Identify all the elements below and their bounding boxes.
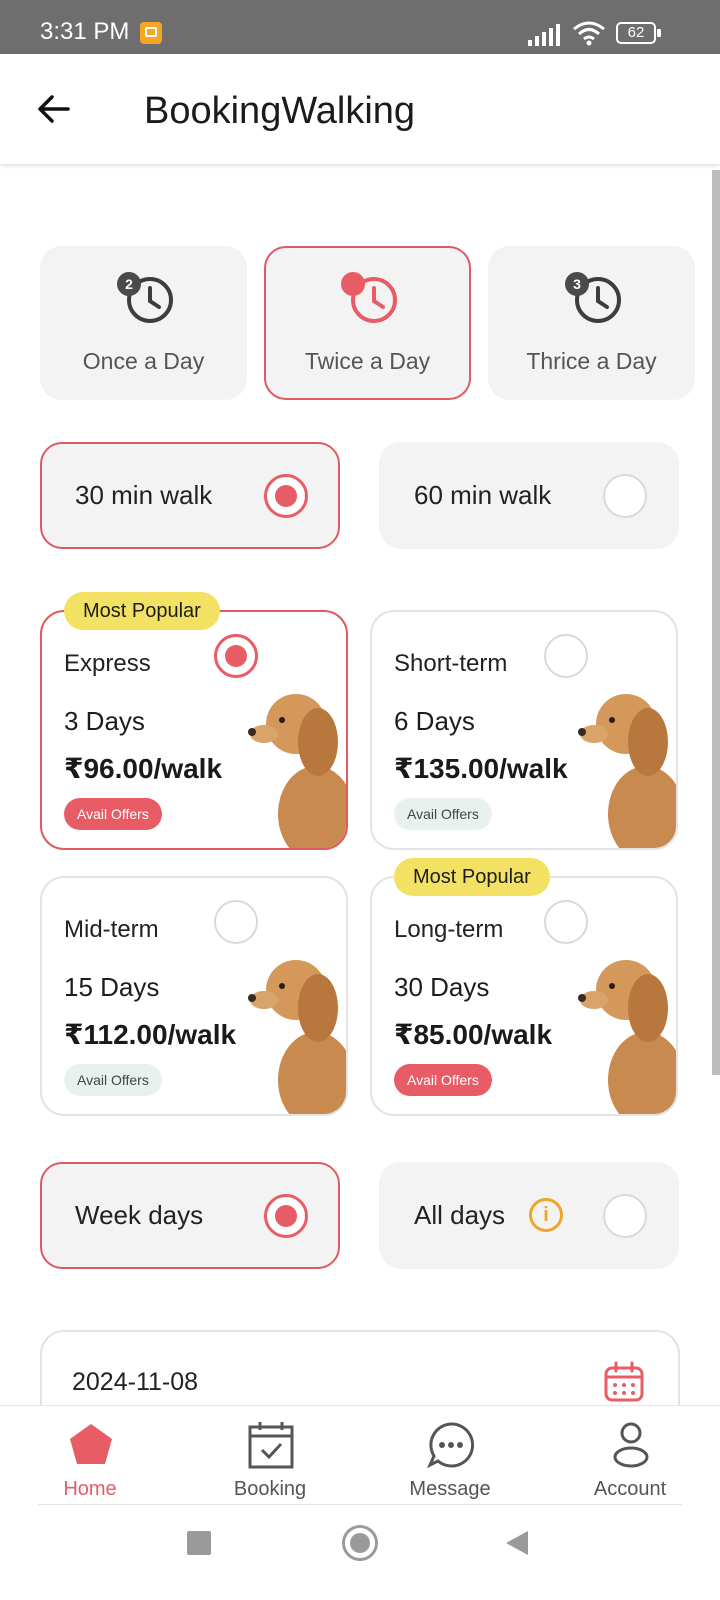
walk-30-min-option[interactable]: 30 min walk — [40, 442, 340, 549]
battery-tip — [657, 29, 661, 37]
plan-price: ₹85.00/walk — [394, 1019, 553, 1050]
plan-radio[interactable] — [214, 900, 258, 944]
nav-label: Booking — [233, 1478, 307, 1500]
booking-icon — [248, 1422, 294, 1469]
scrollbar[interactable] — [712, 170, 720, 1075]
day-option-label: Week days — [75, 1200, 204, 1230]
walk-60-min-option[interactable]: 60 min walk — [379, 442, 679, 549]
plan-name: Express — [64, 650, 151, 677]
dog-image — [578, 694, 676, 848]
nav-label: Account — [593, 1478, 667, 1500]
frequency-label: Thrice a Day — [526, 348, 657, 374]
avail-offers-button[interactable]: Avail Offers — [394, 798, 492, 830]
nav-booking[interactable]: Booking — [190, 1406, 350, 1506]
calendar-icon[interactable] — [602, 1360, 646, 1404]
back-arrow-icon[interactable] — [32, 87, 76, 131]
most-popular-badge: Most Popular — [64, 592, 220, 630]
home-button[interactable] — [342, 1525, 378, 1561]
frequency-label: Twice a Day — [304, 348, 431, 374]
plan-card-mid-term[interactable]: Mid-term 15 Days ₹112.00/walk Avail Offe… — [40, 876, 348, 1116]
walk-30-radio[interactable] — [264, 474, 308, 518]
wifi-icon — [573, 21, 605, 46]
frequency-once-a-day[interactable]: 2 Once a Day — [40, 246, 247, 400]
home-icon — [70, 1424, 112, 1464]
day-option-label: All days — [414, 1200, 506, 1230]
message-icon — [426, 1422, 475, 1469]
avail-offers-button[interactable]: Avail Offers — [64, 1064, 162, 1096]
plan-price: ₹135.00/walk — [394, 753, 568, 784]
plan-radio[interactable] — [214, 634, 258, 678]
plan-price: ₹96.00/walk — [64, 753, 223, 784]
nav-home[interactable]: Home — [10, 1406, 170, 1506]
plan-name: Mid-term — [64, 916, 159, 943]
plan-radio[interactable] — [544, 634, 588, 678]
recent-apps-button[interactable] — [187, 1531, 211, 1555]
signal-icon — [528, 24, 560, 46]
frequency-twice-a-day[interactable]: Twice a Day — [264, 246, 471, 400]
app-bar: BookingWalking — [0, 54, 720, 164]
back-nav-icon[interactable] — [504, 1529, 530, 1557]
clock-3-icon: 3 — [565, 272, 621, 323]
avail-offers-button[interactable]: Avail Offers — [64, 798, 162, 830]
info-icon[interactable]: i — [529, 1198, 563, 1232]
dog-image — [578, 960, 676, 1114]
plan-card-long-term[interactable]: Long-term 30 Days ₹85.00/walk Avail Offe… — [370, 876, 678, 1116]
dog-image — [248, 694, 346, 848]
bottom-nav: Home Booking Message Account — [0, 1405, 720, 1505]
account-icon — [613, 1422, 649, 1468]
home-button-dot — [350, 1533, 370, 1553]
notification-icon — [140, 22, 162, 44]
avail-offers-button[interactable]: Avail Offers — [394, 1064, 492, 1096]
clock-active-icon — [341, 272, 397, 323]
all-days-radio[interactable] — [603, 1194, 647, 1238]
week-days-radio[interactable] — [264, 1194, 308, 1238]
plan-days: 6 Days — [394, 706, 475, 736]
week-days-option[interactable]: Week days — [40, 1162, 340, 1269]
frequency-thrice-a-day[interactable]: 3 Thrice a Day — [488, 246, 695, 400]
plan-card-express[interactable]: Express 3 Days ₹96.00/walk Avail Offers — [40, 610, 348, 850]
start-date-value: 2024-11-08 — [72, 1368, 199, 1396]
walk-duration-label: 30 min walk — [75, 480, 213, 510]
plan-name: Long-term — [394, 916, 504, 943]
status-bar: 3:31 PM 62 — [0, 0, 720, 54]
plan-days: 3 Days — [64, 706, 145, 736]
plan-name: Short-term — [394, 650, 508, 677]
walk-duration-label: 60 min walk — [414, 480, 552, 510]
battery-icon: 62 — [616, 22, 656, 44]
walk-60-radio[interactable] — [603, 474, 647, 518]
plan-price: ₹112.00/walk — [64, 1019, 237, 1050]
plan-days: 30 Days — [394, 972, 490, 1002]
plan-radio[interactable] — [544, 900, 588, 944]
plan-card-short-term[interactable]: Short-term 6 Days ₹135.00/walk Avail Off… — [370, 610, 678, 850]
frequency-label: Once a Day — [82, 348, 205, 374]
status-time: 3:31 PM — [40, 18, 130, 45]
most-popular-badge: Most Popular — [394, 858, 550, 896]
system-nav-bar — [0, 1505, 720, 1600]
dog-image — [248, 960, 346, 1114]
nav-message[interactable]: Message — [370, 1406, 530, 1506]
all-days-option[interactable]: All days i — [379, 1162, 679, 1269]
freq-badge: 2 — [125, 276, 133, 292]
freq-badge: 3 — [573, 276, 581, 292]
clock-2-icon: 2 — [117, 272, 173, 323]
page-title: BookingWalking — [144, 90, 416, 132]
nav-label: Home — [63, 1478, 117, 1500]
nav-label: Message — [409, 1478, 491, 1500]
plan-days: 15 Days — [64, 972, 160, 1002]
battery-level: 62 — [627, 24, 645, 41]
nav-account[interactable]: Account — [550, 1406, 710, 1506]
